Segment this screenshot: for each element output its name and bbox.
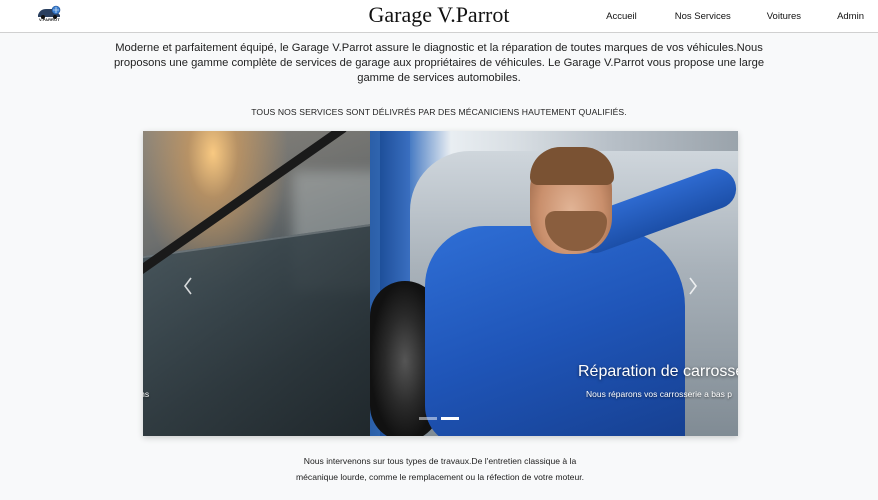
slide-caption-title: Réparation de carrosse <box>578 363 738 380</box>
mechanic-body-image <box>425 226 685 436</box>
carousel-indicator[interactable] <box>419 417 437 420</box>
mechanic-hair-image <box>530 147 614 185</box>
services-carousel: es echniciens Réparation de carrosse Nou… <box>143 131 738 436</box>
main-nav: Accueil Nos Services Voitures Admin <box>606 0 864 32</box>
intro-paragraph: Moderne et parfaitement équipé, le Garag… <box>113 42 765 84</box>
nav-voitures[interactable]: Voitures <box>767 11 801 22</box>
nav-nos-services[interactable]: Nos Services <box>675 11 731 22</box>
windshield-image <box>143 220 370 436</box>
services-tagline: TOUS NOS SERVICES SONT DÉLIVRÉS PAR DES … <box>251 107 627 117</box>
carousel-next-button[interactable] <box>683 271 703 301</box>
slide-caption-subtitle: Nous réparons vos carrosserie a bas p <box>586 389 732 399</box>
nav-admin[interactable]: Admin <box>837 11 864 22</box>
top-navbar: V.PARROT Garage V.Parrot Accueil Nos Ser… <box>0 0 878 33</box>
carousel-prev-button[interactable] <box>178 271 198 301</box>
chevron-left-icon <box>184 277 192 295</box>
carousel-indicators <box>419 417 459 420</box>
chevron-right-icon <box>689 277 697 295</box>
nav-accueil[interactable]: Accueil <box>606 11 637 22</box>
logo-text: V.PARROT <box>39 17 60 22</box>
slide-caption-subtitle: echniciens <box>143 389 150 399</box>
garage-logo-icon[interactable] <box>36 5 62 25</box>
carousel-indicator-active[interactable] <box>441 417 459 420</box>
outro-paragraph: Nous intervenons sur tous types de trava… <box>295 456 585 482</box>
